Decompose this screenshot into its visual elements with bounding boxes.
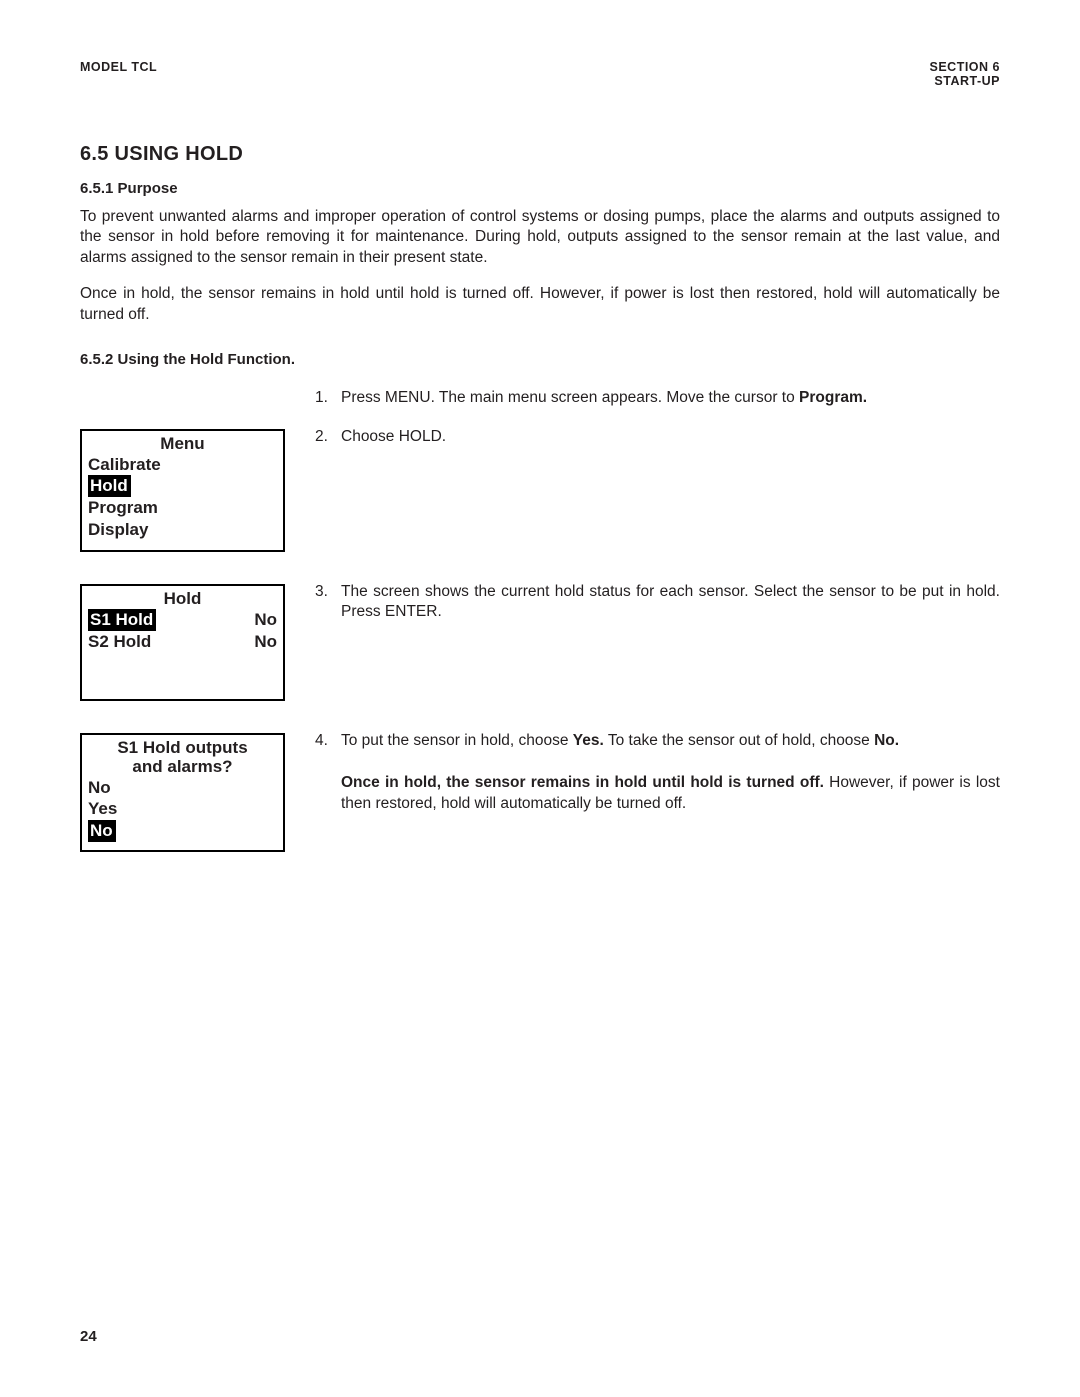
lcd-line: Display (88, 519, 277, 540)
lcd-label: S2 Hold (88, 631, 151, 652)
step-text: The screen shows the current hold status… (341, 582, 1000, 623)
lcd-line-highlighted: Hold (88, 475, 277, 497)
header-section: SECTION 6 (930, 60, 1001, 74)
step-4-a: To put the sensor in hold, choose (341, 732, 573, 749)
step-row-2: Menu Calibrate Hold Program Display 2. C… (80, 427, 1000, 552)
step-row-4: S1 Hold outputs and alarms? No Yes No 4.… (80, 731, 1000, 852)
header-right: SECTION 6 START-UP (930, 60, 1001, 88)
lcd-line: No (88, 777, 277, 798)
step-row-1: 1. Press MENU. The main menu screen appe… (80, 388, 1000, 408)
using-heading: 6.5.2 Using the Hold Function. (80, 351, 1000, 368)
step-text: To put the sensor in hold, choose Yes. T… (341, 731, 1000, 814)
lcd-hold-confirm-screen: S1 Hold outputs and alarms? No Yes No (80, 733, 285, 852)
step-1-text-b: Program. (799, 389, 867, 406)
step-4-note: Once in hold, the sensor remains in hold… (341, 773, 1000, 814)
step-row-3: Hold S1 Hold No S2 Hold No 3. The screen… (80, 582, 1000, 701)
step-4-note-bold: Once in hold, the sensor remains in hold… (341, 774, 824, 791)
purpose-paragraph-2: Once in hold, the sensor remains in hold… (80, 284, 1000, 325)
lcd-line: Yes (88, 798, 277, 819)
page-number: 24 (80, 1328, 97, 1345)
lcd-hold-status-screen: Hold S1 Hold No S2 Hold No (80, 584, 285, 701)
lcd-menu-screen: Menu Calibrate Hold Program Display (80, 429, 285, 552)
lcd-title-line1: S1 Hold outputs (88, 737, 277, 758)
lcd-line-highlighted: No (88, 820, 277, 842)
instruction-area: 1. Press MENU. The main menu screen appe… (80, 388, 1000, 852)
running-header: MODEL TCL SECTION 6 START-UP (80, 60, 1000, 88)
step-4-c: To take the sensor out of hold, choose (604, 732, 874, 749)
step-1: 1. Press MENU. The main menu screen appe… (315, 388, 1000, 408)
step-1-text-a: Press MENU. The main menu screen appears… (341, 389, 799, 406)
lcd-highlight: No (88, 820, 116, 842)
step-3: 3. The screen shows the current hold sta… (315, 582, 1000, 623)
step-number: 2. (315, 427, 341, 447)
lcd-highlight: S1 Hold (88, 609, 156, 631)
step-2: 2. Choose HOLD. (315, 427, 1000, 447)
section-title: 6.5 USING HOLD (80, 143, 1000, 166)
step-number: 1. (315, 388, 341, 408)
step-text: Press MENU. The main menu screen appears… (341, 388, 1000, 408)
step-4-d: No. (874, 732, 899, 749)
step-number: 3. (315, 582, 341, 623)
lcd-row: S2 Hold No (88, 631, 277, 652)
lcd-value: No (254, 609, 277, 631)
page: MODEL TCL SECTION 6 START-UP 6.5 USING H… (0, 0, 1080, 1397)
step-4-b: Yes. (573, 732, 604, 749)
lcd-line: Calibrate (88, 454, 277, 475)
lcd-title: Menu (88, 433, 277, 454)
header-left: MODEL TCL (80, 60, 157, 88)
lcd-highlight: Hold (88, 475, 131, 497)
lcd-line: Program (88, 497, 277, 518)
lcd-title: Hold (88, 588, 277, 609)
lcd-value: No (254, 631, 277, 652)
lcd-row: S1 Hold No (88, 609, 277, 631)
header-subsection: START-UP (930, 74, 1001, 88)
purpose-heading: 6.5.1 Purpose (80, 180, 1000, 197)
step-number: 4. (315, 731, 341, 814)
purpose-paragraph-1: To prevent unwanted alarms and improper … (80, 207, 1000, 268)
step-text: Choose HOLD. (341, 427, 1000, 447)
lcd-title-line2: and alarms? (88, 756, 277, 777)
step-4: 4. To put the sensor in hold, choose Yes… (315, 731, 1000, 814)
